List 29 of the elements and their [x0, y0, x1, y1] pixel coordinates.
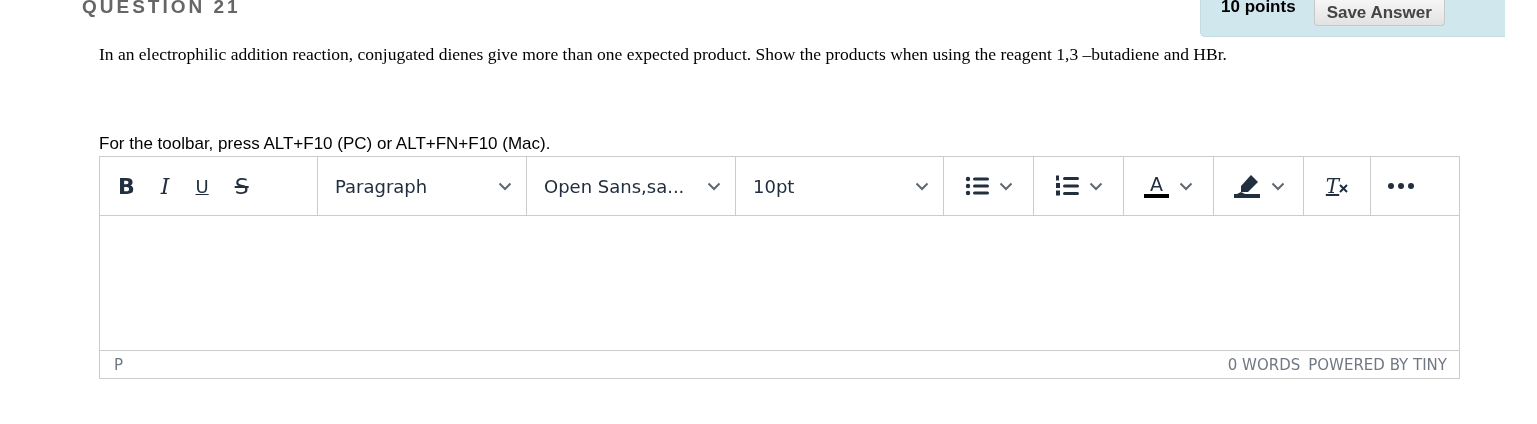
- element-path[interactable]: P: [114, 355, 124, 374]
- dropdown-select[interactable]: Open Sans,sa...: [527, 175, 735, 197]
- italic-button[interactable]: I: [154, 169, 176, 203]
- toolbar-hint: For the toolbar, press ALT+F10 (PC) or ALT+FN+F10 (Mac).: [99, 134, 552, 155]
- cross-icon: [1339, 184, 1349, 193]
- branding-link[interactable]: POWERED BY TINY: [1308, 355, 1447, 374]
- word-count[interactable]: 0 WORDS: [1227, 355, 1301, 374]
- bold-button[interactable]: B: [112, 169, 141, 203]
- dropdown-select[interactable]: 10pt: [736, 175, 943, 197]
- dropdown-select[interactable]: Paragraph: [318, 175, 526, 197]
- highlighter-icon: [1232, 174, 1261, 198]
- chevron-down-icon: [1270, 181, 1285, 191]
- text-color-button[interactable]: A: [1138, 170, 1199, 202]
- chevron-down-icon: [498, 181, 512, 191]
- strike-button[interactable]: S: [228, 169, 255, 203]
- chevron-down-icon: [915, 181, 929, 191]
- points-label: 10 points: [1221, 0, 1296, 17]
- chevron-down-icon: [998, 181, 1013, 191]
- numbered-list-icon: [1054, 175, 1079, 197]
- bulleted-list-icon: [964, 176, 989, 196]
- underline-button[interactable]: U: [189, 171, 215, 201]
- more-icon: [1388, 183, 1414, 189]
- question-title: QUESTION 21: [82, 0, 241, 16]
- chevron-down-icon: [707, 181, 721, 191]
- save-answer-button[interactable]: Save Answer: [1313, 0, 1445, 26]
- chevron-down-icon: [1088, 181, 1103, 191]
- question-text: In an electrophilic addition reaction, conjugated dienes give more than one expected product. Show the products when using the reagent 1,3 –butadiene and HBr.: [99, 44, 1228, 65]
- chevron-down-icon: [1179, 181, 1193, 191]
- clear-formatting-button[interactable]: T: [1319, 171, 1355, 201]
